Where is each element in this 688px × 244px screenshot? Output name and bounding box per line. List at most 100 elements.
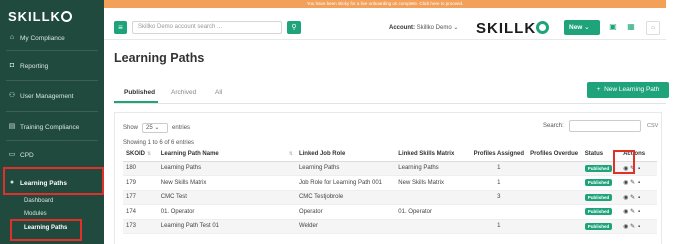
highlight-box-sub-learning-paths xyxy=(10,219,82,241)
tab-published[interactable]: Published xyxy=(124,89,155,96)
cell-skills-matrix xyxy=(395,190,471,205)
chat-icon[interactable]: ▣ xyxy=(607,21,619,33)
status-badge: Published xyxy=(584,208,613,216)
cell-actions: ◉✎▪ xyxy=(620,190,657,205)
sidebar-item-reporting[interactable]: ◘ Reporting xyxy=(0,55,104,77)
new-learning-path-button[interactable]: + New Learning Path xyxy=(587,82,669,98)
learning-paths-panel: Show 25 ⌄ entries Search: CSV Showing 1 … xyxy=(114,112,662,244)
sidebar-item-user-management[interactable]: ⚇ User Management xyxy=(0,85,104,107)
user-menu-button[interactable]: ⌂ xyxy=(646,21,660,35)
menu-toggle-button[interactable]: ≡ xyxy=(114,21,127,34)
sidebar-logo[interactable]: SKILLK xyxy=(8,9,72,24)
cell-job-role: Learning Paths xyxy=(295,161,396,176)
view-eye-icon[interactable]: ◉ xyxy=(623,179,630,186)
account-value: Skillko Demo xyxy=(416,25,452,31)
cell-name: 01. Operator xyxy=(157,204,296,220)
sidebar-item-my-compliance[interactable]: ⌂ My Compliance xyxy=(0,27,104,49)
highlight-box-learning-paths xyxy=(3,167,104,195)
delete-trash-icon[interactable]: ▪ xyxy=(637,195,644,201)
cell-status: Published xyxy=(581,204,621,220)
search-icon: ⚲ xyxy=(291,24,297,31)
column-header-profiles-assigned[interactable]: Profiles Assigned xyxy=(470,147,528,162)
status-badge: Published xyxy=(584,193,613,201)
view-eye-icon[interactable]: ◉ xyxy=(623,208,630,215)
cell-skills-matrix: New Skills Matrix xyxy=(395,175,471,191)
status-badge: Published xyxy=(584,179,613,187)
column-header-profiles-overdue[interactable]: Profiles Overdue xyxy=(527,147,582,162)
status-badge: Published xyxy=(584,164,613,172)
hamburger-icon: ≡ xyxy=(118,23,123,32)
account-search-input[interactable]: Skillko Demo account search ... xyxy=(132,21,282,34)
right-gutter xyxy=(666,0,688,244)
edit-pencil-icon[interactable]: ✎ xyxy=(630,194,637,201)
table-row: 177 CMC Test CMC Testjobrole 3 Published… xyxy=(123,190,657,205)
highlight-box-view-action xyxy=(613,150,635,174)
status-badge: Published xyxy=(584,222,613,230)
sidebar-item-label: Training Compliance xyxy=(20,123,80,131)
csv-export-button[interactable]: CSV xyxy=(647,123,658,129)
cell-skills-matrix xyxy=(395,219,471,234)
account-label: Account: xyxy=(389,25,415,31)
cell-skills-matrix: Learning Paths xyxy=(395,161,471,176)
calendar-icon: ▤ xyxy=(8,123,16,130)
sidebar-item-label: Reporting xyxy=(20,62,49,70)
entries-select[interactable]: 25 ⌄ xyxy=(142,123,169,133)
view-eye-icon[interactable]: ◉ xyxy=(623,194,630,201)
account-selector[interactable]: Account: Skillko Demo ⌄ xyxy=(389,24,458,31)
sidebar: SKILLK ⌂ My Compliance ◘ Reporting ⚇ Use… xyxy=(0,0,104,244)
table-row: 174 01. Operator Operator 01. Operator P… xyxy=(123,204,657,220)
sort-icon: ⇅ xyxy=(288,150,293,157)
new-dropdown-button[interactable]: New ⌄ xyxy=(564,20,600,35)
edit-pencil-icon[interactable]: ✎ xyxy=(630,223,637,230)
view-eye-icon[interactable]: ◉ xyxy=(623,223,630,230)
active-tab-indicator xyxy=(114,101,158,103)
delete-trash-icon[interactable]: ▪ xyxy=(637,166,644,172)
logo-ring-icon xyxy=(536,21,550,34)
sidebar-item-training-compliance[interactable]: ▤ Training Compliance xyxy=(0,116,104,138)
tab-archived[interactable]: Archived xyxy=(171,89,196,96)
top-header: ≡ Skillko Demo account search ... ⚲ Acco… xyxy=(104,8,666,40)
cell-profiles-overdue xyxy=(527,161,582,176)
delete-trash-icon[interactable]: ▪ xyxy=(637,224,644,230)
learning-paths-table: SKOID ⇅ Learning Path Name ⇅ Linked Job Ro… xyxy=(123,147,657,234)
onboarding-banner[interactable]: You have been sticky for a live onboardi… xyxy=(104,0,666,8)
edit-pencil-icon[interactable]: ✎ xyxy=(630,208,637,215)
plus-icon: + xyxy=(596,86,601,93)
tab-all[interactable]: All xyxy=(215,89,222,96)
search-button[interactable]: ⚲ xyxy=(287,21,301,34)
sidebar-sub-modules[interactable]: Modules xyxy=(24,211,47,217)
tab-bar: Published Archived All xyxy=(114,84,666,104)
sidebar-item-cpd[interactable]: ▭ CPD xyxy=(0,144,104,166)
logo-ring-icon xyxy=(60,11,72,22)
cell-actions: ◉✎▪ xyxy=(620,175,657,191)
column-header-name[interactable]: Learning Path Name ⇅ xyxy=(157,147,296,162)
cell-skoid: 174 xyxy=(123,204,158,220)
page-title: Learning Paths xyxy=(114,51,205,65)
chevron-down-icon: ⌄ xyxy=(453,25,459,31)
column-header-skills-matrix[interactable]: Linked Skills Matrix xyxy=(395,147,471,162)
grid-icon[interactable]: ▦ xyxy=(625,21,637,33)
show-label: Show xyxy=(123,125,139,131)
entries-label: entries xyxy=(172,125,191,131)
cell-actions: ◉✎▪ xyxy=(620,204,657,220)
cell-profiles-overdue xyxy=(527,175,582,191)
delete-trash-icon[interactable]: ▪ xyxy=(637,209,644,215)
cell-skoid: 179 xyxy=(123,175,158,191)
cell-profiles-assigned: 3 xyxy=(470,190,528,205)
cell-status: Published xyxy=(581,219,621,234)
column-header-job-role[interactable]: Linked Job Role xyxy=(295,147,396,162)
cell-job-role: Operator xyxy=(295,204,396,220)
cell-job-role: CMC Testjobrole xyxy=(295,190,396,205)
column-header-skoid[interactable]: SKOID ⇅ xyxy=(123,147,158,162)
table-header-row: SKOID ⇅ Learning Path Name ⇅ Linked Job Ro… xyxy=(123,147,657,162)
edit-pencil-icon[interactable]: ✎ xyxy=(630,179,637,186)
cell-name: New Skills Matrix xyxy=(157,175,296,191)
cell-profiles-overdue xyxy=(527,204,582,220)
sidebar-sub-dashboard[interactable]: Dashboard xyxy=(24,198,53,204)
cell-name: Learning Paths xyxy=(157,161,296,176)
delete-trash-icon[interactable]: ▪ xyxy=(637,180,644,186)
cell-skoid: 173 xyxy=(123,219,158,234)
table-search-input[interactable] xyxy=(569,120,641,132)
sidebar-item-label: User Management xyxy=(20,92,74,100)
cell-job-role: Job Role for Learning Path 001 xyxy=(295,175,396,191)
